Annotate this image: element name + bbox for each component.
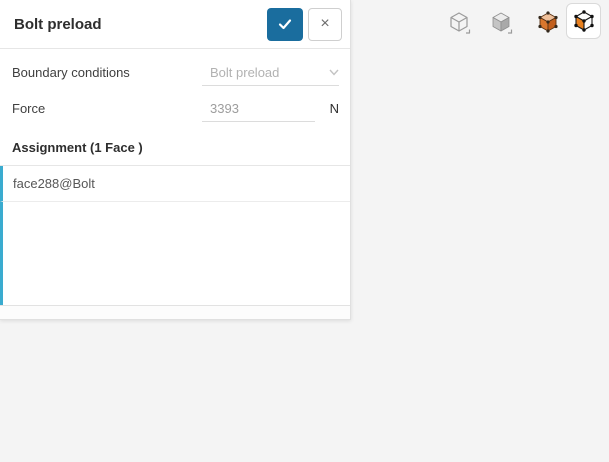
assignment-header: Assignment (1 Face ) — [12, 140, 143, 155]
assignment-item-label: face288@Bolt — [13, 176, 95, 191]
dialog-header: Bolt preload × — [0, 0, 350, 49]
shaded-view-button[interactable] — [488, 9, 514, 35]
viewport-3d[interactable] — [351, 0, 609, 462]
force-value: 3393 — [210, 100, 239, 116]
boundary-conditions-row: Boundary conditions Bolt preload — [0, 54, 350, 90]
force-row: Force 3393 N — [0, 90, 350, 126]
assignment-list-empty-area[interactable] — [0, 202, 350, 305]
force-unit: N — [329, 100, 339, 116]
assignment-list-item[interactable]: face288@Bolt — [0, 166, 350, 202]
dialog-footer-strip — [0, 305, 350, 319]
close-icon: × — [320, 15, 330, 32]
check-icon — [278, 19, 292, 30]
confirm-button[interactable] — [267, 7, 303, 41]
topology-view-button-selected[interactable] — [566, 3, 601, 39]
chevron-down-icon — [329, 69, 339, 76]
topology-cube-icon — [573, 10, 594, 32]
dialog-title: Bolt preload — [14, 15, 102, 33]
shaded-cube-icon — [492, 12, 513, 34]
wireframe-view-button[interactable] — [446, 9, 472, 35]
boundary-conditions-value: Bolt preload — [210, 64, 280, 80]
bolt-preload-dialog: Bolt preload × Boundary conditions Bolt … — [0, 0, 351, 320]
boundary-conditions-label: Boundary conditions — [12, 64, 130, 80]
force-label: Force — [12, 100, 46, 116]
shaded-solid-view-button[interactable] — [535, 9, 561, 35]
close-button[interactable]: × — [308, 7, 342, 41]
dialog-form: Boundary conditions Bolt preload Force 3… — [0, 49, 350, 126]
wireframe-cube-icon — [450, 12, 471, 34]
boundary-conditions-select[interactable]: Bolt preload — [202, 54, 339, 90]
shaded-solid-cube-icon — [538, 11, 558, 33]
force-input[interactable]: 3393 — [202, 90, 315, 126]
